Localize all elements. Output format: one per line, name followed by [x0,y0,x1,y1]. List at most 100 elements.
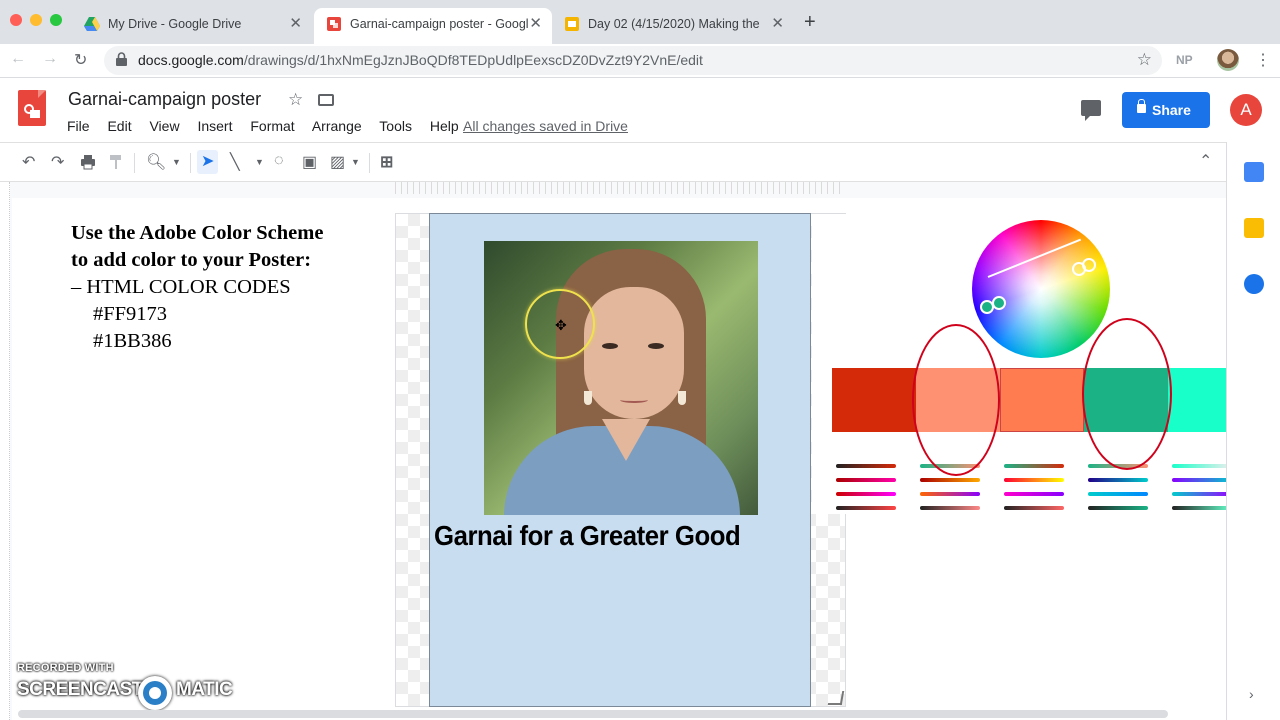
url-input[interactable]: docs.google.com/drawings/d/1hxNmEgJznJBo… [104,46,1162,75]
color-slider [836,506,896,510]
menu-format[interactable]: Format [250,118,294,134]
photo-mouth [620,397,648,403]
drawings-header: Garnai-campaign poster ☆ File Edit View … [0,78,1280,142]
line-icon[interactable]: ╲ [230,152,240,172]
paint-format-icon[interactable] [108,154,124,170]
chevron-down-icon[interactable]: ▼ [255,157,264,167]
tasks-icon[interactable] [1244,274,1264,294]
color-swatch [1168,368,1226,432]
photo-earring [678,391,686,405]
url-text: docs.google.com/drawings/d/1hxNmEgJznJBo… [138,52,703,68]
slider-row [832,478,1226,482]
horizontal-ruler [395,182,845,194]
toolbar-divider [134,153,135,173]
photo-earring [584,391,592,405]
bookmark-star-icon[interactable]: ☆ [1137,50,1152,70]
textbox-icon[interactable]: ▣ [302,152,317,172]
candidate-photo[interactable]: ✥ [484,241,758,515]
watermark-brand-right: MATIC [176,679,233,700]
color-slider [1172,464,1226,468]
menu-insert[interactable]: Insert [197,118,232,134]
instructions-line: Use the Adobe Color Scheme [71,222,324,244]
browser-menu-icon[interactable]: ⋮ [1255,50,1271,70]
star-icon[interactable]: ☆ [288,90,303,110]
menu-bar: File Edit View Insert Format Arrange Too… [67,118,473,134]
wheel-marker [992,296,1006,310]
window-close-button[interactable] [10,14,22,26]
chevron-up-icon[interactable]: ⌃ [1199,151,1212,171]
chevron-right-icon[interactable]: › [1249,686,1254,702]
forward-arrow-icon[interactable]: → [42,50,58,68]
menu-edit[interactable]: Edit [107,118,131,134]
watermark-caption: RECORDED WITH [17,662,114,674]
instructions-line: to add color to your Poster: [71,249,312,271]
color-slider [1088,478,1148,482]
color-slider [1172,478,1226,482]
share-button[interactable]: Share [1122,92,1210,128]
tab-title: Day 02 (4/15/2020) Making the [588,17,760,31]
close-tab-icon[interactable]: ✕ [771,8,784,40]
redo-icon[interactable]: ↷ [51,152,64,172]
chevron-down-icon[interactable]: ▼ [351,157,360,167]
google-drawings-logo-icon[interactable] [18,90,46,126]
share-label: Share [1152,102,1191,118]
shape-icon[interactable]: ◌ [274,152,284,170]
calendar-icon[interactable] [1244,162,1264,182]
profile-avatar[interactable] [1217,49,1239,71]
chevron-down-icon[interactable]: ▼ [172,157,181,167]
print-icon[interactable] [80,154,96,170]
color-slider [1172,492,1226,496]
back-arrow-icon[interactable]: ← [10,50,26,68]
color-slider [1004,464,1064,468]
poster-headline[interactable]: Garnai for a Greater Good [434,520,741,552]
color-slider [920,492,980,496]
horizontal-scrollbar[interactable] [18,710,1168,718]
move-to-folder-icon[interactable] [318,94,334,106]
color-slider [920,478,980,482]
toolbar-divider [190,153,191,173]
google-slides-icon [565,17,579,31]
zoom-icon[interactable]: 🔍︎ [146,152,166,172]
highlight-circle [912,324,1000,476]
window-minimize-button[interactable] [30,14,42,26]
menu-view[interactable]: View [149,118,179,134]
save-status[interactable]: All changes saved in Drive [463,118,628,134]
photo-eye [602,343,618,349]
extension-badge[interactable]: NP [1176,53,1193,67]
undo-icon[interactable]: ↶ [22,152,35,172]
window-maximize-button[interactable] [50,14,62,26]
highlight-circle [1082,318,1172,470]
watermark-brand-left: SCREENCAST [17,679,143,700]
reload-icon[interactable]: ↻ [74,50,87,70]
add-comment-icon[interactable]: ⊞ [380,152,393,172]
browser-tab-slides[interactable]: Day 02 (4/15/2020) Making the ✕ [552,8,794,44]
color-slider [1088,492,1148,496]
image-icon[interactable]: ▨ [330,152,345,172]
comment-history-icon[interactable] [1081,100,1101,121]
color-wheel-shading [972,220,1110,358]
document-title[interactable]: Garnai-campaign poster [68,89,261,110]
adobe-color-screenshot[interactable] [812,214,1226,514]
keep-icon[interactable] [1244,218,1264,238]
close-tab-icon[interactable]: ✕ [289,8,302,40]
poster-shape[interactable]: ✥ Garnai for a Greater Good [429,213,811,707]
menu-arrange[interactable]: Arrange [312,118,362,134]
browser-tab-drawing[interactable]: Garnai-campaign poster - Googl ✕ [314,8,552,44]
menu-file[interactable]: File [67,118,90,134]
drawing-toolbar: ↶ ↷ 🔍︎ ▼ ➤ ╲ ▼ ◌ ▣ ▨ ▼ ⊞ ⌃ [0,142,1226,182]
browser-tab-drive[interactable]: My Drive - Google Drive ✕ [72,8,312,44]
instructions-line: – HTML COLOR CODES [71,276,291,298]
drawing-canvas[interactable]: Use the Adobe Color Scheme to add color … [0,182,1226,720]
new-tab-button[interactable]: + [804,11,816,34]
menu-tools[interactable]: Tools [379,118,412,134]
menu-help[interactable]: Help [430,118,459,134]
select-icon[interactable]: ➤ [197,150,219,174]
account-avatar[interactable]: A [1230,94,1262,126]
url-path: /drawings/d/1hxNmEgJznJBoQDf8TEDpUdlpEex… [243,52,703,68]
color-slider [1088,506,1148,510]
instructions-text-box[interactable]: Use the Adobe Color Scheme to add color … [71,220,323,355]
resize-handle-icon[interactable] [827,691,845,705]
slider-row [832,492,1226,496]
color-code: #FF9173 [93,303,168,325]
close-tab-icon[interactable]: ✕ [529,8,542,40]
